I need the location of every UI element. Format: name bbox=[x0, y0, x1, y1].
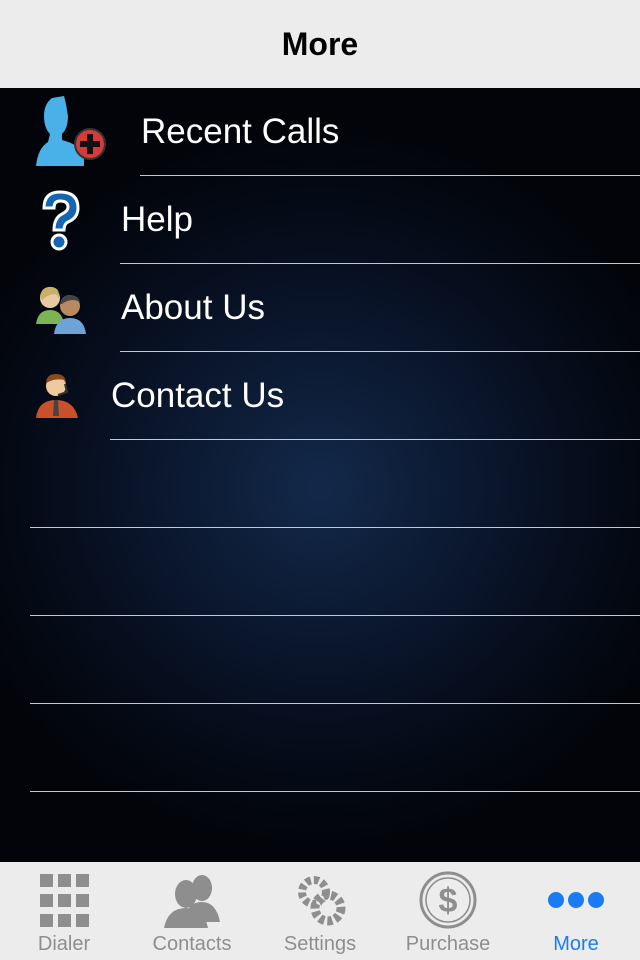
menu-item-about-us[interactable]: About Us bbox=[0, 264, 640, 352]
navigation-bar: More bbox=[0, 0, 640, 88]
page-title: More bbox=[281, 25, 359, 62]
menu-item-label: Recent Calls bbox=[141, 112, 340, 151]
tab-label: Settings bbox=[283, 933, 357, 955]
empty-row bbox=[0, 440, 640, 528]
menu-item-recent-calls[interactable]: Recent Calls bbox=[0, 88, 640, 176]
menu-list: Recent Calls Help About Us Contact Us bbox=[0, 88, 640, 862]
empty-row bbox=[0, 616, 640, 704]
tab-label: Dialer bbox=[37, 933, 91, 955]
tab-purchase[interactable]: $ Purchase bbox=[384, 862, 512, 960]
contacts-icon bbox=[164, 875, 220, 928]
menu-item-contact-us[interactable]: Contact Us bbox=[0, 352, 640, 440]
tab-label: Purchase bbox=[405, 933, 491, 955]
tab-label: Contacts bbox=[152, 933, 232, 955]
people-icon bbox=[36, 286, 86, 334]
svg-text:$: $ bbox=[439, 882, 458, 920]
menu-item-label: About Us bbox=[121, 288, 265, 327]
user-add-icon bbox=[36, 96, 106, 166]
tab-more[interactable]: More bbox=[512, 862, 640, 960]
empty-row bbox=[0, 528, 640, 616]
menu-item-help[interactable]: Help bbox=[0, 176, 640, 264]
tab-dialer[interactable]: Dialer bbox=[0, 862, 128, 960]
menu-item-label: Help bbox=[121, 200, 193, 239]
tab-label: More bbox=[553, 933, 599, 955]
keypad-icon bbox=[40, 874, 89, 927]
tab-bar: Dialer Contacts Settings $ Purchase More bbox=[0, 862, 640, 960]
support-agent-icon bbox=[36, 374, 78, 418]
tab-contacts[interactable]: Contacts bbox=[128, 862, 256, 960]
question-icon bbox=[42, 190, 80, 251]
menu-item-label: Contact Us bbox=[111, 376, 285, 415]
empty-row bbox=[0, 704, 640, 792]
more-dots-icon bbox=[548, 892, 604, 908]
gears-icon bbox=[298, 876, 346, 926]
divider bbox=[30, 791, 640, 792]
dollar-icon: $ bbox=[419, 871, 477, 929]
tab-settings[interactable]: Settings bbox=[256, 862, 384, 960]
